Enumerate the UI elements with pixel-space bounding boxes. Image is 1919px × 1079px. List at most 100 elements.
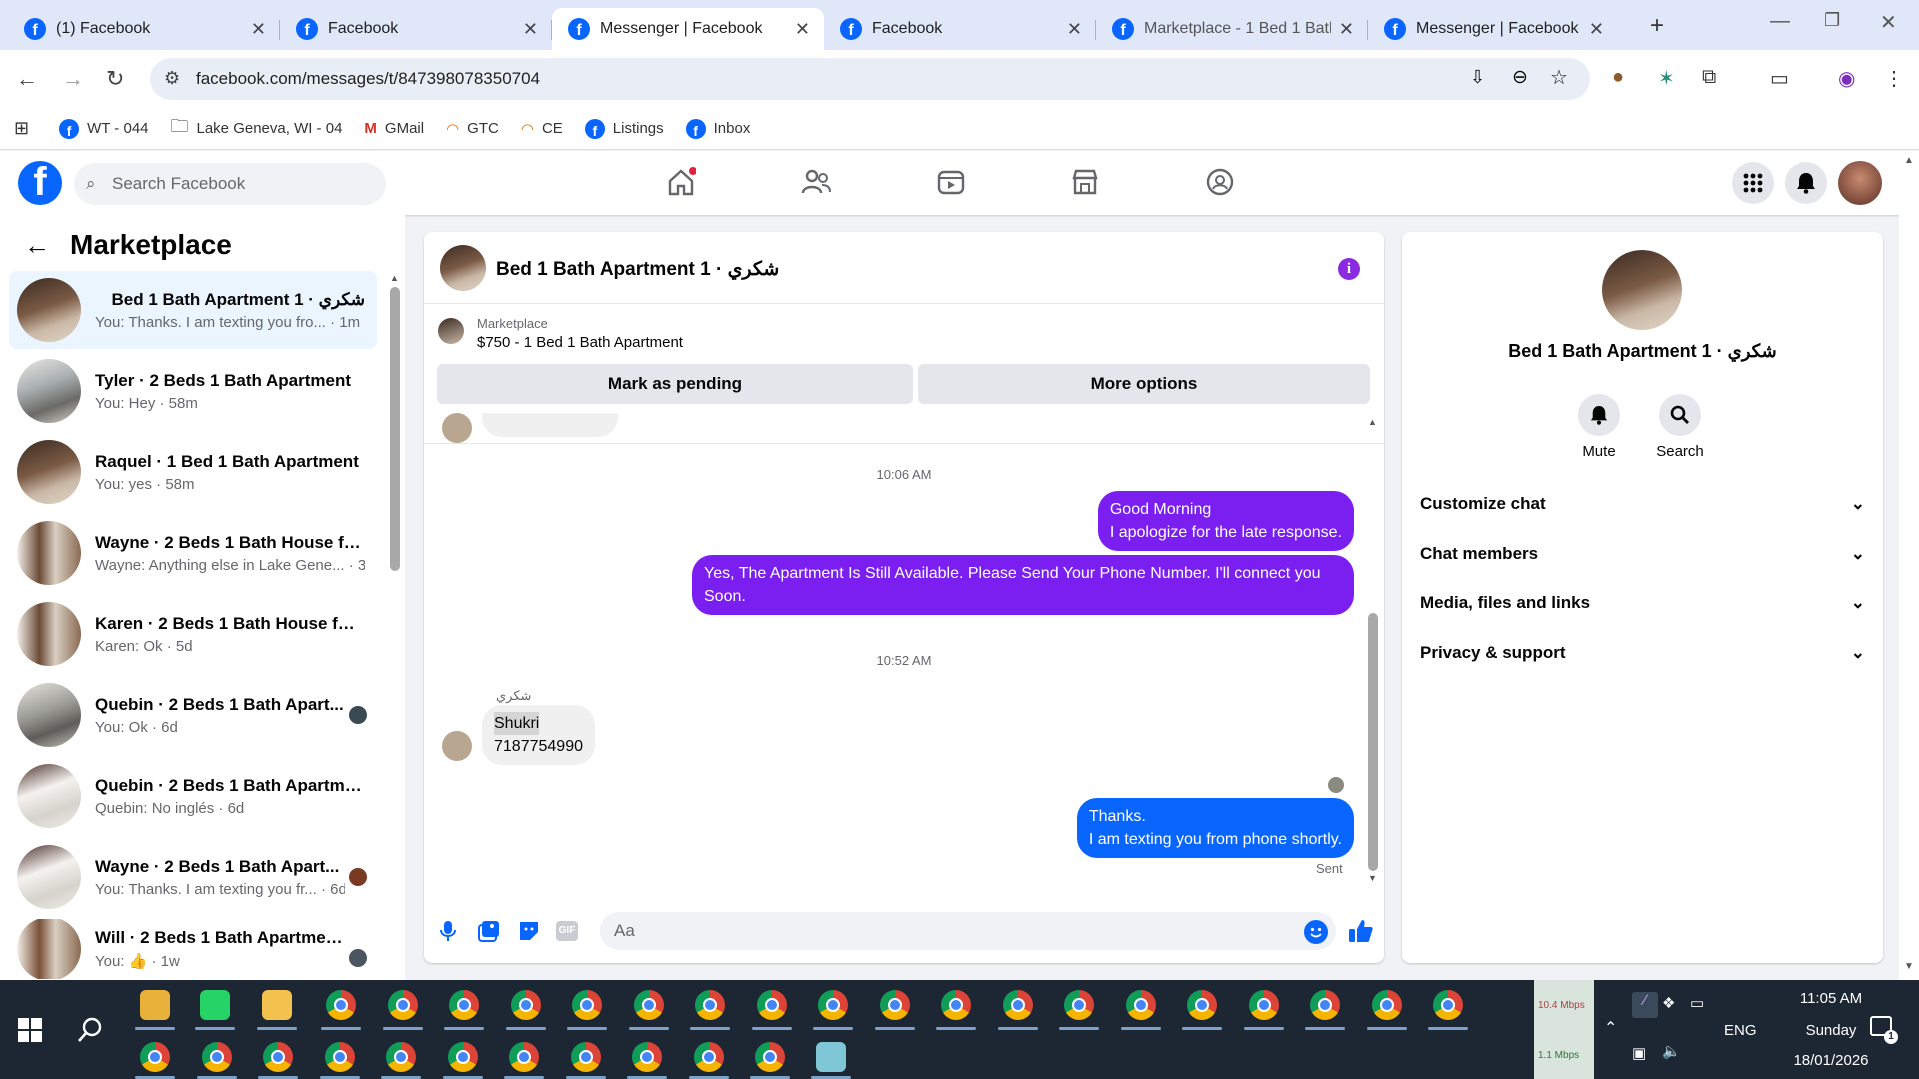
- site-settings-icon[interactable]: ⚙: [164, 68, 180, 89]
- conversation-item[interactable]: Tyler · 2 Beds 1 Bath Apartment You: Hey …: [9, 352, 377, 430]
- bookmark-inbox[interactable]: f Inbox: [685, 118, 750, 139]
- app-icon[interactable]: [200, 990, 230, 1020]
- close-icon[interactable]: ✕: [1067, 19, 1082, 40]
- browser-tab[interactable]: f Marketplace - 1 Bed 1 Bath ✕: [1096, 8, 1368, 50]
- scroll-down-icon[interactable]: ▼: [1368, 873, 1377, 883]
- scroll-up-icon[interactable]: ▲: [1368, 417, 1377, 427]
- browser-tab[interactable]: f Facebook ✕: [280, 8, 552, 50]
- listing-title[interactable]: $750 - 1 Bed 1 Bath Apartment: [477, 334, 683, 351]
- more-options-button[interactable]: More options: [918, 364, 1370, 404]
- network-icon[interactable]: ▣: [1632, 1044, 1646, 1062]
- close-icon[interactable]: ✕: [795, 19, 810, 40]
- bookmark-listings[interactable]: f Listings: [584, 118, 664, 139]
- window-close-icon[interactable]: ✕: [1880, 10, 1897, 35]
- chrome-icon[interactable]: [449, 990, 479, 1020]
- chrome-icon[interactable]: [755, 1042, 785, 1072]
- browser-tab-active[interactable]: f Messenger | Facebook ✕: [552, 8, 824, 50]
- chrome-icon[interactable]: [201, 1042, 232, 1072]
- cookie-extension-icon[interactable]: ●: [1612, 66, 1624, 89]
- battery-icon[interactable]: ▭: [1690, 994, 1704, 1012]
- message-bubble-outgoing[interactable]: Yes, The Apartment Is Still Available. P…: [692, 555, 1354, 615]
- sticker-icon[interactable]: [518, 920, 540, 942]
- chat-members-row[interactable]: Chat members ⌄: [1420, 544, 1865, 564]
- message-input[interactable]: Aa: [600, 912, 1336, 950]
- chat-avatar[interactable]: [440, 245, 486, 291]
- menu-grid-button[interactable]: [1732, 162, 1774, 204]
- bookmark-gtc[interactable]: ◠ GTC: [446, 120, 499, 138]
- conversation-item-selected[interactable]: Bed 1 Bath Apartment 1 · شكري You: Thanks…: [9, 271, 377, 349]
- emoji-icon[interactable]: [1304, 920, 1328, 944]
- customize-chat-row[interactable]: Customize chat ⌄: [1420, 494, 1865, 514]
- chrome-icon[interactable]: [941, 990, 971, 1020]
- chrome-icon[interactable]: [140, 1042, 170, 1072]
- privacy-support-row[interactable]: Privacy & support ⌄: [1420, 643, 1865, 663]
- app-icon[interactable]: [140, 990, 170, 1020]
- close-icon[interactable]: ✕: [523, 19, 538, 40]
- chrome-icon[interactable]: [1002, 990, 1033, 1020]
- message-bubble-outgoing[interactable]: Thanks. I am texting you from phone short…: [1076, 798, 1354, 858]
- extensions-puzzle-icon[interactable]: ⧉: [1702, 66, 1716, 89]
- profile-avatar[interactable]: [1602, 250, 1682, 330]
- bookmark-gmail[interactable]: M GMail: [364, 120, 424, 137]
- chrome-icon[interactable]: [756, 990, 787, 1020]
- chat-scrollbar-thumb[interactable]: [1368, 613, 1378, 871]
- message-bubble-outgoing[interactable]: Good Morning I apologize for the late res…: [1097, 491, 1354, 551]
- reload-icon[interactable]: ↻: [106, 66, 124, 92]
- conversation-item[interactable]: Karen · 2 Beds 1 Bath House for ... Karen…: [9, 595, 377, 673]
- browser-tab[interactable]: f Facebook ✕: [824, 8, 1096, 50]
- dropbox-icon[interactable]: ❖: [1662, 994, 1675, 1012]
- mute-button[interactable]: [1578, 394, 1620, 436]
- chrome-icon[interactable]: [447, 1042, 478, 1072]
- app-icon[interactable]: [816, 1042, 846, 1072]
- account-avatar[interactable]: [1838, 161, 1882, 205]
- chrome-icon[interactable]: [879, 990, 910, 1020]
- new-tab-plus-icon[interactable]: +: [1650, 12, 1664, 40]
- search-icon[interactable]: [76, 1016, 104, 1044]
- chrome-icon[interactable]: [263, 1042, 293, 1072]
- chrome-icon[interactable]: [509, 1042, 539, 1072]
- back-arrow-icon[interactable]: ←: [16, 66, 38, 92]
- minimize-icon[interactable]: —: [1770, 10, 1790, 33]
- url-text[interactable]: facebook.com/messages/t/847398078350704: [196, 69, 540, 89]
- windows-start-icon[interactable]: [18, 1018, 42, 1042]
- chrome-icon[interactable]: [1371, 990, 1402, 1020]
- info-icon[interactable]: i: [1338, 258, 1360, 280]
- conversation-item[interactable]: Wayne · 2 Beds 1 Bath House fo... Wayne: …: [9, 514, 377, 592]
- bookmark-wt-044[interactable]: f WT - 044: [59, 118, 149, 139]
- chrome-icon[interactable]: [572, 990, 602, 1020]
- like-thumb-icon[interactable]: [1348, 918, 1374, 944]
- marketplace-icon[interactable]: [1070, 167, 1100, 197]
- conversation-list-scrollbar[interactable]: ▲ ▼: [390, 273, 400, 1025]
- conversation-item[interactable]: Wayne · 2 Beds 1 Bath Apart... You: Thank…: [9, 838, 377, 916]
- bookmark-lake-geneva[interactable]: 🗀 Lake Geneva, WI - 04: [171, 114, 343, 144]
- friends-icon[interactable]: [800, 167, 832, 197]
- chat-title[interactable]: Bed 1 Bath Apartment 1 · شكري: [496, 258, 779, 281]
- back-arrow-icon[interactable]: ←: [24, 230, 50, 261]
- microphone-icon[interactable]: [440, 920, 456, 942]
- scroll-up-icon[interactable]: ▲: [1904, 155, 1914, 166]
- chrome-icon[interactable]: [570, 1042, 601, 1072]
- facebook-logo-icon[interactable]: f: [18, 161, 62, 205]
- chrome-icon[interactable]: [633, 990, 664, 1020]
- search-facebook-input[interactable]: ⌕ Search Facebook: [74, 163, 386, 205]
- forward-arrow-icon[interactable]: →: [62, 66, 84, 92]
- zoom-icon[interactable]: ⊖: [1512, 66, 1528, 89]
- close-icon[interactable]: ✕: [1339, 19, 1354, 40]
- profile-icon[interactable]: ◉: [1838, 66, 1855, 91]
- notification-center-icon[interactable]: 1: [1870, 1016, 1898, 1044]
- chrome-icon[interactable]: [1187, 990, 1217, 1020]
- tab-search-icon[interactable]: ▭: [1770, 66, 1789, 91]
- mark-as-pending-button[interactable]: Mark as pending: [437, 364, 913, 404]
- chrome-icon[interactable]: [693, 1042, 724, 1072]
- browser-tab[interactable]: f (1) Facebook ✕: [8, 8, 280, 50]
- chrome-icon[interactable]: [386, 1042, 416, 1072]
- search-chat-button[interactable]: [1659, 394, 1701, 436]
- conversation-item[interactable]: Quebin · 2 Beds 1 Bath Apart... You: Ok ·…: [9, 676, 377, 754]
- chrome-icon[interactable]: [1064, 990, 1094, 1020]
- chrome-icon[interactable]: [1310, 990, 1340, 1020]
- chrome-icon[interactable]: [1433, 990, 1463, 1020]
- message-bubble-incoming[interactable]: Shukri 7187754990: [482, 705, 595, 765]
- scroll-down-icon[interactable]: ▼: [1904, 961, 1914, 972]
- extension-icon[interactable]: ✶: [1658, 66, 1675, 91]
- scroll-up-icon[interactable]: ▲: [390, 273, 399, 283]
